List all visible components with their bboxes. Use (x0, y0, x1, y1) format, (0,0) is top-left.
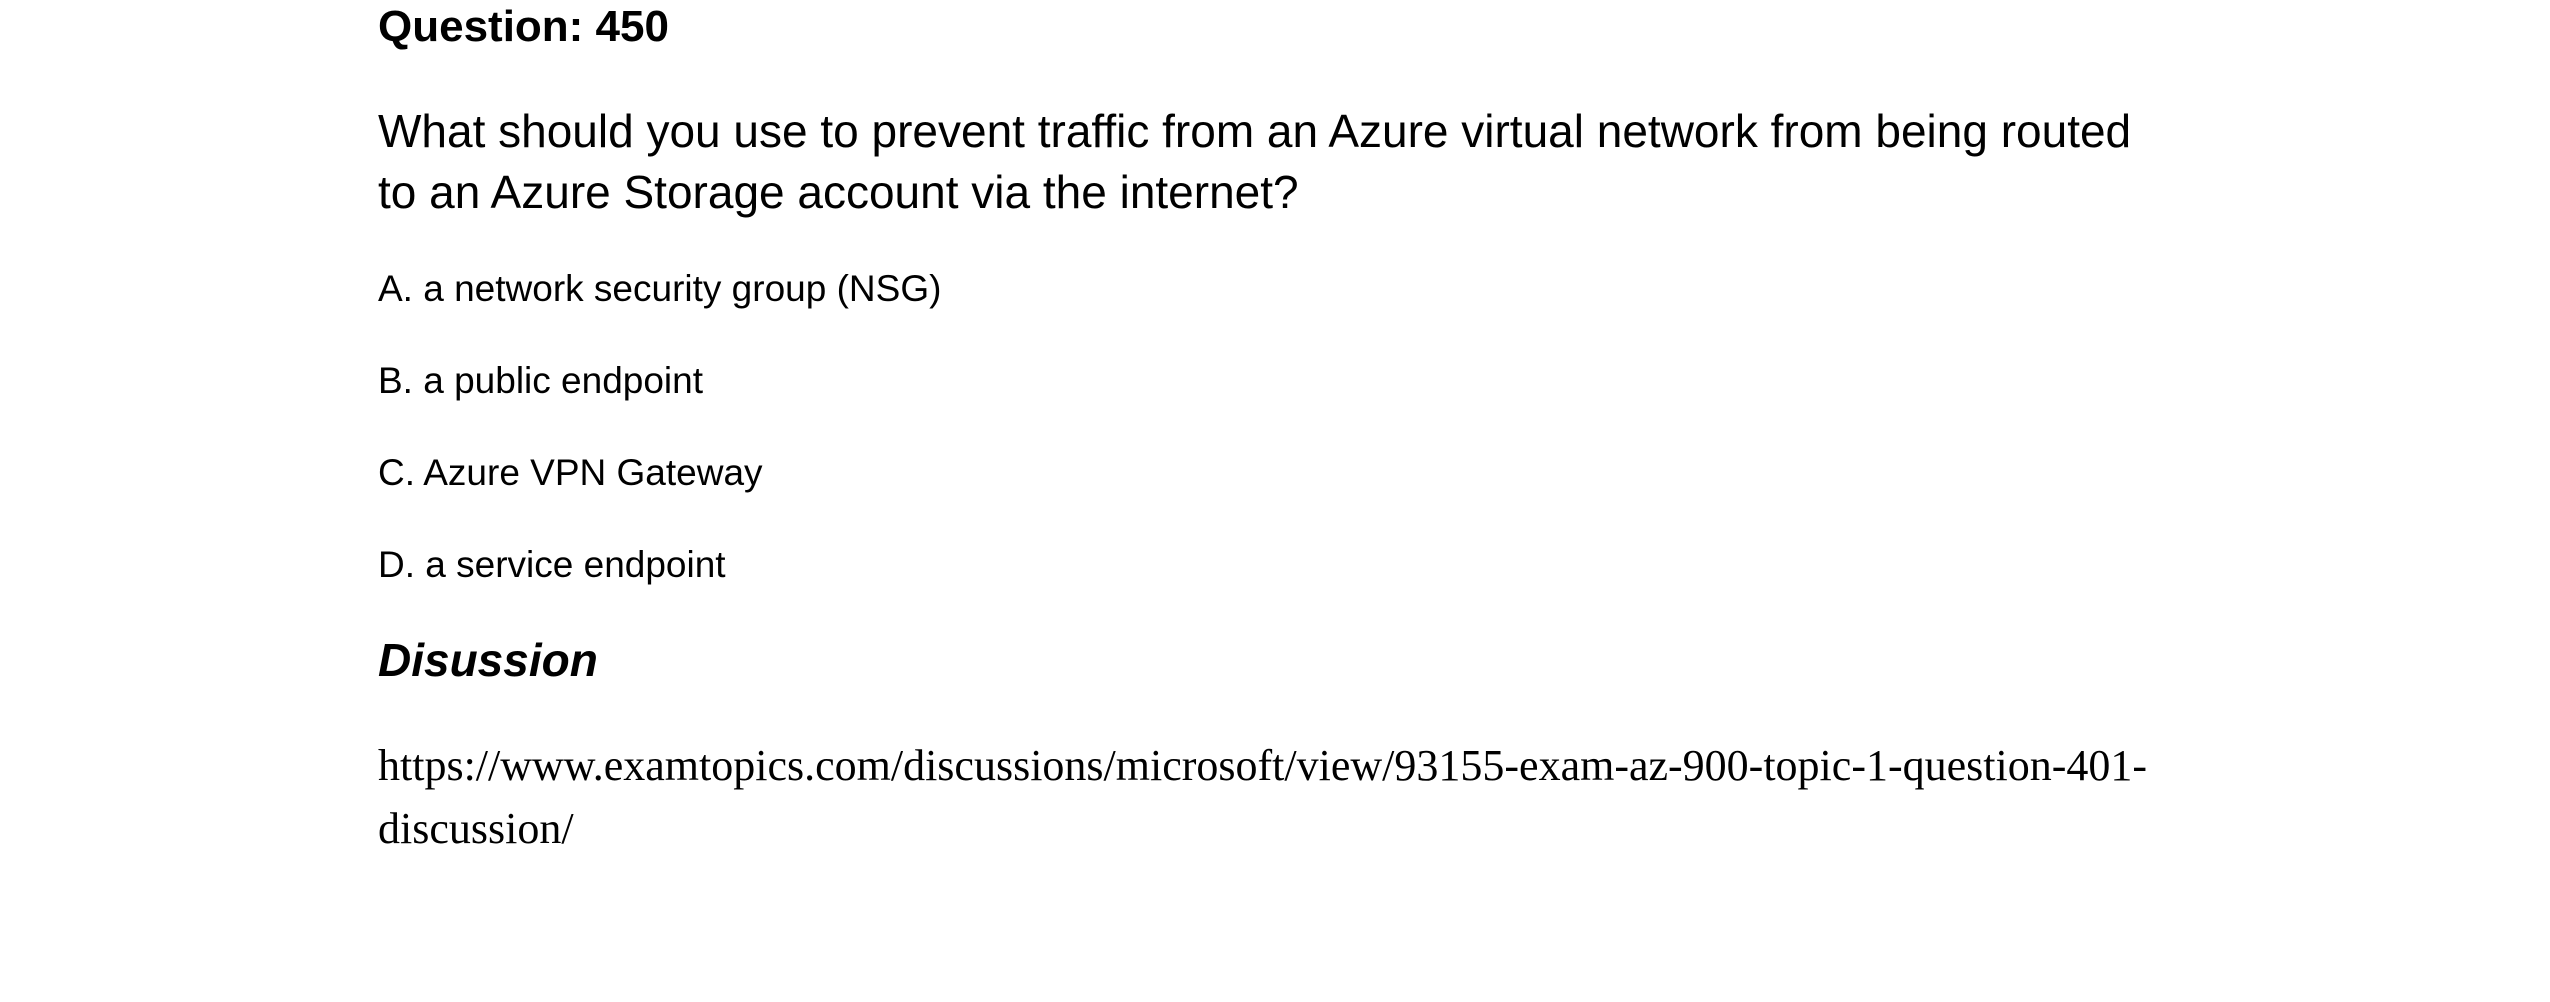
option-a: A. a network security group (NSG) (378, 268, 942, 309)
question-heading: Question: 450 (378, 2, 669, 51)
option-c: C. Azure VPN Gateway (378, 452, 763, 493)
discussion-link[interactable]: https://www.examtopics.com/discussions/m… (378, 734, 2158, 860)
answer-options: A. a network security group (NSG) B. a p… (378, 264, 941, 632)
question-text: What should you use to prevent traffic f… (378, 105, 2132, 218)
option-b: B. a public endpoint (378, 360, 704, 401)
discussion-heading: Disussion (378, 634, 598, 686)
option-d: D. a service endpoint (378, 544, 726, 585)
